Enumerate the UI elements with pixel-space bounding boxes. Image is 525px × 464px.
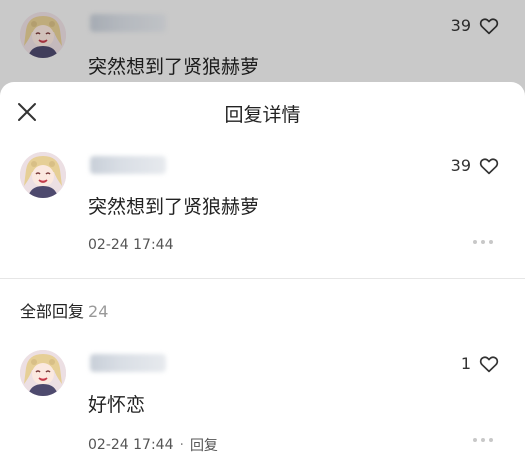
- reply-detail-sheet: 回复详情 39 突然想到了贤狼赫萝 02-24 17:44 全部回复 24 1 …: [0, 82, 525, 464]
- divider: [0, 278, 525, 279]
- username-redacted[interactable]: [90, 156, 166, 174]
- reply-item: 1 好怀恋 02-24 17:44 · 回复: [0, 350, 525, 460]
- heart-icon: [479, 158, 499, 174]
- like-count: 1: [460, 354, 471, 373]
- replies-count: 24: [88, 302, 109, 321]
- page-title: 回复详情: [224, 104, 301, 126]
- like-button[interactable]: 1: [461, 354, 499, 373]
- avatar[interactable]: [20, 152, 66, 198]
- replies-label: 全部回复: [20, 302, 85, 321]
- comment-text: 好怀恋: [88, 394, 146, 416]
- comment-meta: 02-24 17:44: [88, 237, 173, 253]
- username-redacted[interactable]: [90, 354, 166, 372]
- sheet-header: 回复详情: [0, 82, 525, 140]
- like-count: 39: [450, 156, 471, 175]
- replies-header: 全部回复 24: [20, 298, 108, 322]
- avatar[interactable]: [20, 350, 66, 396]
- main-comment: 39 突然想到了贤狼赫萝 02-24 17:44: [0, 152, 525, 262]
- like-button[interactable]: 39: [451, 156, 499, 175]
- reply-button[interactable]: 回复: [190, 435, 218, 455]
- separator-dot: ·: [179, 437, 184, 453]
- avatar-image: [20, 350, 66, 396]
- heart-icon: [479, 356, 499, 372]
- timestamp: 02-24 17:44: [88, 437, 174, 453]
- timestamp: 02-24 17:44: [88, 237, 174, 253]
- avatar-image: [20, 152, 66, 198]
- comment-text: 突然想到了贤狼赫萝: [88, 196, 260, 218]
- more-icon[interactable]: [473, 438, 493, 442]
- more-icon[interactable]: [473, 240, 493, 244]
- comment-meta: 02-24 17:44 · 回复: [88, 435, 218, 455]
